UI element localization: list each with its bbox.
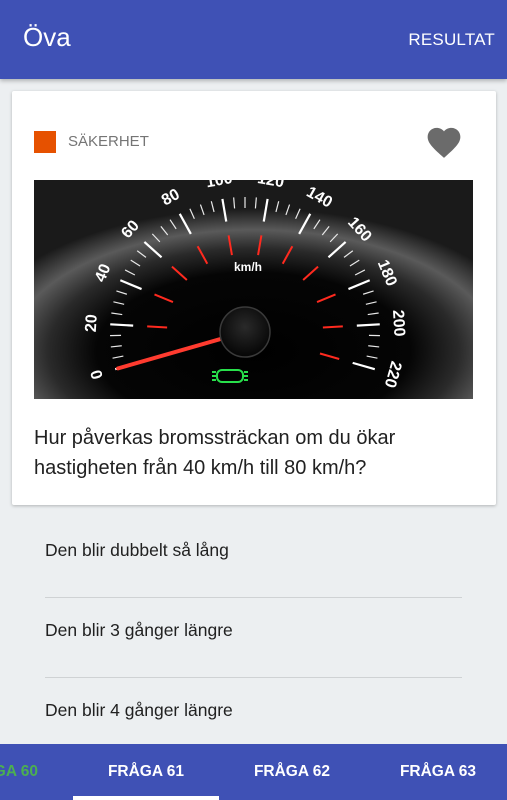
question-text: Hur påverkas bromssträckan om du ökar ha… [34, 427, 396, 479]
answer-label: Den blir 4 gånger längre [45, 700, 233, 720]
speedometer-gauge: 020406080100 120140160180200220 km/h [34, 180, 473, 399]
tab-question-62[interactable]: FRÅGA 62 [219, 744, 365, 800]
category-label: SÄKERHET [68, 133, 149, 150]
inner-red-tick [147, 325, 168, 329]
page-title: Öva [23, 22, 71, 52]
heart-icon[interactable] [424, 123, 464, 159]
tab-question-63[interactable]: FRÅGA 63 [365, 744, 507, 800]
speed-label: 200 [389, 309, 408, 337]
question-card: SÄKERHET 0 20 40 60 80 100 120 140 160 180 [12, 91, 496, 505]
category-color-swatch [34, 131, 56, 153]
answer-option-2[interactable]: Den blir 3 gånger längre [45, 598, 462, 678]
answer-option-1[interactable]: Den blir dubbelt så lång [45, 518, 462, 598]
question-tab-bar: FRÅGA 60 FRÅGA 61 FRÅGA 62 FRÅGA 63 [0, 744, 507, 800]
major-tick [110, 323, 134, 327]
answer-label: Den blir 3 gånger längre [45, 620, 233, 640]
needle-hub [219, 306, 271, 358]
answer-label: Den blir dubbelt så lång [45, 540, 229, 560]
unit-label: km/h [234, 260, 262, 274]
inner-red-tick [322, 325, 343, 329]
results-button[interactable]: RESULTAT [408, 30, 495, 50]
speedometer-image: 0 20 40 60 80 100 120 140 160 180 200 220 km/h [34, 180, 473, 399]
major-tick [356, 323, 380, 327]
tab-question-61[interactable]: FRÅGA 61 [73, 744, 219, 800]
tab-question-60[interactable]: FRÅGA 60 [0, 744, 73, 800]
app-bar: Öva RESULTAT [0, 0, 507, 79]
speed-label: 20 [83, 314, 101, 333]
